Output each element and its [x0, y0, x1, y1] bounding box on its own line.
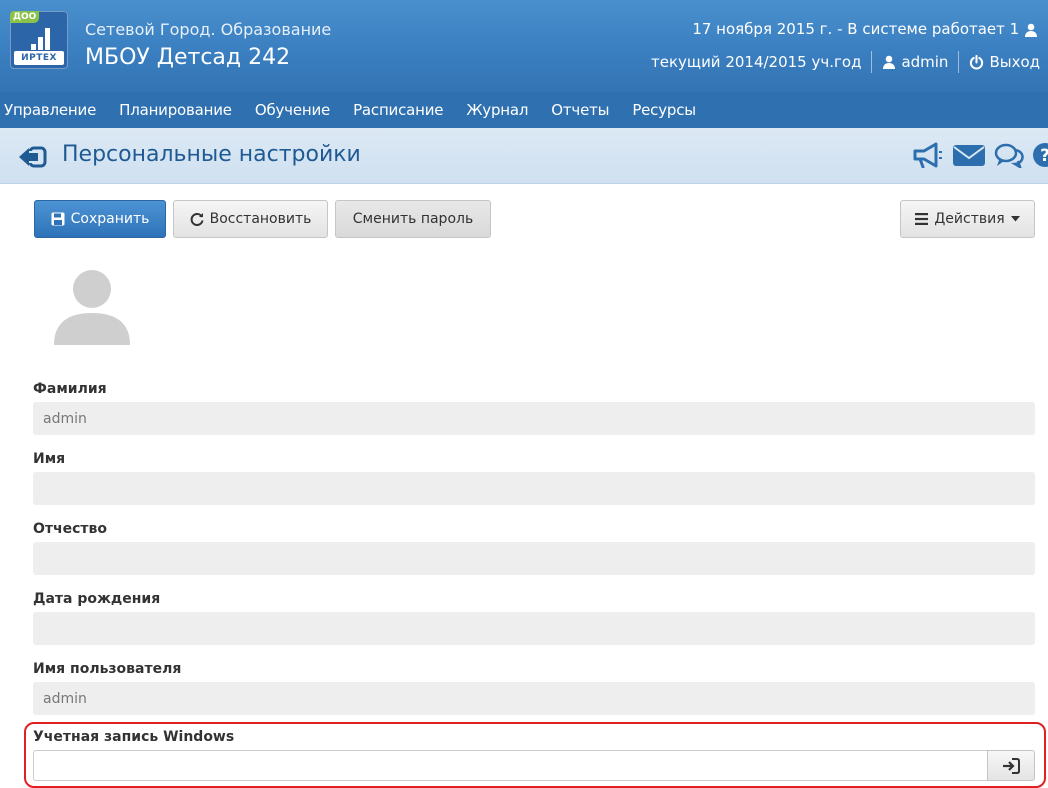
restore-label: Восстановить [209, 211, 312, 227]
logo-bars-icon [31, 28, 51, 50]
help-icon[interactable]: ? [1032, 142, 1048, 172]
windows-account-label: Учетная запись Windows [33, 729, 235, 745]
patronymic-field[interactable] [33, 542, 1035, 575]
menu-icon [915, 213, 929, 225]
birth-date-field[interactable] [33, 612, 1035, 645]
first-name-field[interactable] [33, 472, 1035, 505]
app-header: ДОО ИРТЕХ Сетевой Город. Образование МБО… [0, 0, 1048, 92]
page-title-bar: Персональные настройки ? [0, 128, 1048, 184]
username-label: Имя пользователя [33, 661, 182, 677]
caret-down-icon [1010, 216, 1020, 222]
power-icon [970, 54, 984, 69]
chat-icon[interactable] [994, 142, 1024, 172]
refresh-icon [190, 213, 204, 226]
main-menu: Управление Планирование Обучение Расписа… [0, 92, 1048, 128]
back-icon[interactable] [16, 144, 50, 170]
svg-text:?: ? [1040, 146, 1048, 166]
system-status: 17 ноября 2015 г. - В системе работает 1 [692, 20, 1038, 38]
menu-item-resources[interactable]: Ресурсы [632, 101, 696, 119]
user-icon [883, 55, 896, 69]
windows-account-login-button[interactable] [987, 750, 1035, 781]
restore-button[interactable]: Восстановить [173, 200, 328, 238]
logout-link[interactable]: Выход [969, 53, 1040, 71]
birth-date-label: Дата рождения [33, 591, 161, 607]
menu-item-journal[interactable]: Журнал [466, 101, 528, 119]
change-password-label: Сменить пароль [352, 211, 474, 227]
user-link[interactable]: admin [882, 53, 948, 71]
announcement-icon[interactable] [912, 142, 944, 172]
divider [871, 51, 873, 73]
school-year[interactable]: текущий 2014/2015 уч.год [651, 53, 861, 71]
divider [958, 51, 960, 73]
username-field[interactable] [33, 682, 1035, 715]
school-title: МБОУ Детсад 242 [85, 45, 291, 70]
save-icon [51, 212, 65, 226]
avatar-placeholder-icon[interactable] [52, 267, 132, 347]
logout-label: Выход [989, 53, 1040, 71]
actions-label: Действия [934, 211, 1005, 227]
first-name-label: Имя [33, 451, 66, 467]
page-title: Персональные настройки [62, 142, 361, 167]
menu-item-schedule[interactable]: Расписание [353, 101, 443, 119]
save-button[interactable]: Сохранить [34, 200, 166, 238]
online-user-icon[interactable] [1024, 23, 1038, 37]
patronymic-label: Отчество [33, 521, 108, 537]
last-name-label: Фамилия [33, 381, 107, 397]
app-subtitle: Сетевой Город. Образование [85, 20, 332, 39]
mail-icon[interactable] [952, 142, 986, 172]
change-password-button[interactable]: Сменить пароль [335, 200, 491, 238]
logo-badge: ДОО [10, 11, 40, 23]
sign-in-icon [1003, 757, 1020, 774]
actions-dropdown-button[interactable]: Действия [900, 200, 1035, 238]
header-user-bar: текущий 2014/2015 уч.год admin Выход [651, 51, 1040, 73]
user-name: admin [901, 53, 949, 71]
title-actions: ? [912, 142, 1048, 172]
windows-account-input[interactable] [33, 750, 988, 781]
menu-item-planning[interactable]: Планирование [119, 101, 232, 119]
app-logo[interactable]: ДОО ИРТЕХ [10, 11, 68, 69]
save-label: Сохранить [70, 211, 150, 227]
system-status-text: 17 ноября 2015 г. - В системе работает 1 [692, 20, 1020, 38]
logo-brand: ИРТЕХ [14, 51, 64, 65]
menu-item-reports[interactable]: Отчеты [551, 101, 609, 119]
menu-item-management[interactable]: Управление [4, 101, 96, 119]
last-name-field[interactable] [33, 402, 1035, 435]
menu-item-learning[interactable]: Обучение [255, 101, 330, 119]
